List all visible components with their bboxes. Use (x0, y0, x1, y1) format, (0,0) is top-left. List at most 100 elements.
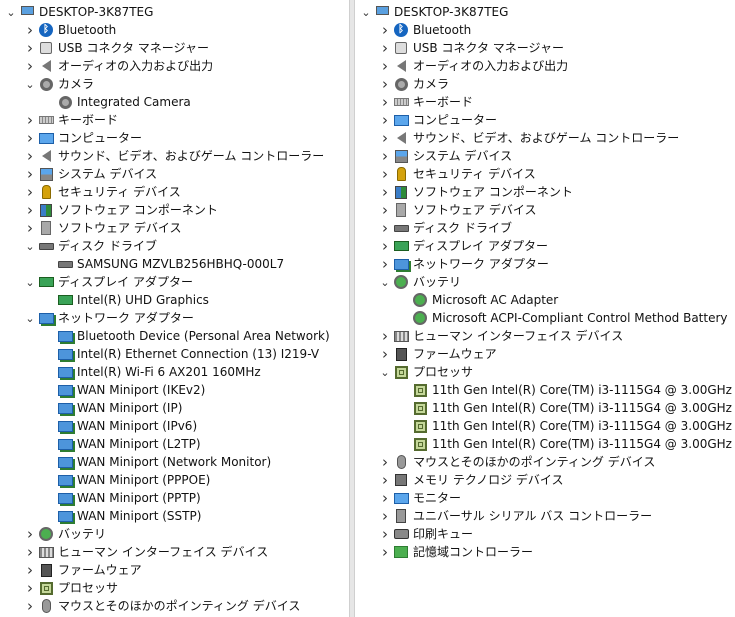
chevron-right-icon[interactable]: › (23, 39, 37, 57)
tree-category-node[interactable]: › 記憶域コントローラー (378, 543, 533, 561)
tree-category-node[interactable]: › オーディオの入力および出力 (23, 57, 213, 75)
tree-device-node[interactable]: Intel(R) UHD Graphics (42, 291, 209, 309)
chevron-right-icon[interactable]: › (378, 525, 392, 543)
device-tree-left[interactable]: ⌄ DESKTOP-3K87TEG › ᛒ Bluetooth › USB コネクタ マネー… (0, 0, 349, 617)
tree-device-node[interactable]: Integrated Camera (42, 93, 191, 111)
tree-category-node[interactable]: ⌄ ネットワーク アダプター (23, 309, 193, 327)
chevron-right-icon[interactable]: › (378, 237, 392, 255)
chevron-down-icon[interactable]: ⌄ (4, 3, 18, 21)
tree-category-node[interactable]: › ソフトウェア コンポーネント (23, 201, 218, 219)
chevron-right-icon[interactable]: › (23, 147, 37, 165)
tree-category-node[interactable]: › マウスとそのほかのポインティング デバイス (23, 597, 300, 615)
tree-category-node[interactable]: ⌄ ディスク ドライブ (23, 237, 157, 255)
tree-category-node[interactable]: › オーディオの入力および出力 (378, 57, 568, 75)
chevron-down-icon[interactable]: ⌄ (23, 273, 37, 291)
tree-category-node[interactable]: › USB コネクタ マネージャー (378, 39, 564, 57)
chevron-right-icon[interactable]: › (378, 327, 392, 345)
tree-category-node[interactable]: › プロセッサ (23, 579, 118, 597)
chevron-down-icon[interactable]: ⌄ (359, 3, 373, 21)
tree-category-node[interactable]: › ヒューマン インターフェイス デバイス (23, 543, 268, 561)
chevron-right-icon[interactable]: › (23, 111, 37, 129)
chevron-right-icon[interactable]: › (378, 201, 392, 219)
tree-category-node[interactable]: › ユニバーサル シリアル バス コントローラー (378, 507, 652, 525)
chevron-right-icon[interactable]: › (378, 219, 392, 237)
tree-category-node[interactable]: › 印刷キュー (378, 525, 473, 543)
tree-device-node[interactable]: WAN Miniport (SSTP) (42, 507, 201, 525)
chevron-down-icon[interactable]: ⌄ (23, 309, 37, 327)
chevron-right-icon[interactable]: › (23, 561, 37, 579)
chevron-right-icon[interactable]: › (23, 525, 37, 543)
tree-device-node[interactable]: WAN Miniport (IPv6) (42, 417, 197, 435)
chevron-right-icon[interactable]: › (23, 57, 37, 75)
tree-category-node[interactable]: › バッテリ (23, 525, 106, 543)
tree-category-node[interactable]: › サウンド、ビデオ、およびゲーム コントローラー (378, 129, 679, 147)
chevron-down-icon[interactable]: ⌄ (378, 273, 392, 291)
chevron-right-icon[interactable]: › (23, 165, 37, 183)
tree-category-node[interactable]: ⌄ バッテリ (378, 273, 461, 291)
tree-device-node[interactable]: WAN Miniport (PPTP) (42, 489, 201, 507)
tree-device-node[interactable]: WAN Miniport (L2TP) (42, 435, 201, 453)
tree-device-node[interactable]: Bluetooth Device (Personal Area Network) (42, 327, 330, 345)
tree-category-node[interactable]: ⌄ プロセッサ (378, 363, 473, 381)
chevron-right-icon[interactable]: › (378, 21, 392, 39)
tree-device-node[interactable]: WAN Miniport (PPPOE) (42, 471, 210, 489)
chevron-right-icon[interactable]: › (23, 219, 37, 237)
tree-device-node[interactable]: WAN Miniport (IP) (42, 399, 182, 417)
tree-category-node[interactable]: › ファームウェア (378, 345, 497, 363)
tree-category-node[interactable]: › システム デバイス (23, 165, 157, 183)
tree-root-node[interactable]: ⌄ DESKTOP-3K87TEG (4, 3, 153, 21)
tree-category-node[interactable]: › システム デバイス (378, 147, 512, 165)
tree-category-node[interactable]: › キーボード (23, 111, 118, 129)
tree-category-node[interactable]: › マウスとそのほかのポインティング デバイス (378, 453, 655, 471)
chevron-right-icon[interactable]: › (378, 165, 392, 183)
tree-category-node[interactable]: › カメラ (378, 75, 449, 93)
chevron-right-icon[interactable]: › (378, 129, 392, 147)
chevron-right-icon[interactable]: › (378, 93, 392, 111)
tree-category-node[interactable]: › セキュリティ デバイス (23, 183, 181, 201)
chevron-right-icon[interactable]: › (23, 597, 37, 615)
tree-category-node[interactable]: › コンピューター (23, 129, 142, 147)
chevron-right-icon[interactable]: › (378, 543, 392, 561)
tree-device-node[interactable]: WAN Miniport (Network Monitor) (42, 453, 271, 471)
chevron-right-icon[interactable]: › (23, 543, 37, 561)
tree-category-node[interactable]: › サウンド、ビデオ、およびゲーム コントローラー (23, 147, 324, 165)
tree-category-node[interactable]: › ソフトウェア コンポーネント (378, 183, 573, 201)
tree-category-node[interactable]: › USB コネクタ マネージャー (23, 39, 209, 57)
chevron-right-icon[interactable]: › (378, 147, 392, 165)
tree-device-node[interactable]: Intel(R) Ethernet Connection (13) I219-V (42, 345, 319, 363)
tree-category-node[interactable]: ⌄ ディスプレイ アダプター (23, 273, 193, 291)
chevron-right-icon[interactable]: › (23, 183, 37, 201)
tree-category-node[interactable]: ⌄ カメラ (23, 75, 94, 93)
tree-device-node[interactable]: 11th Gen Intel(R) Core(TM) i3-1115G4 @ 3… (397, 399, 732, 417)
chevron-right-icon[interactable]: › (378, 39, 392, 57)
tree-category-node[interactable]: › セキュリティ デバイス (378, 165, 536, 183)
tree-device-node[interactable]: SAMSUNG MZVLB256HBHQ-000L7 (42, 255, 284, 273)
tree-category-node[interactable]: › ᛒ Bluetooth (378, 21, 471, 39)
tree-category-node[interactable]: › モニター (378, 489, 461, 507)
tree-device-node[interactable]: 11th Gen Intel(R) Core(TM) i3-1115G4 @ 3… (397, 435, 732, 453)
tree-category-node[interactable]: › ソフトウェア デバイス (378, 201, 536, 219)
tree-device-node[interactable]: Microsoft ACPI-Compliant Control Method … (397, 309, 728, 327)
tree-device-node[interactable]: 11th Gen Intel(R) Core(TM) i3-1115G4 @ 3… (397, 417, 732, 435)
chevron-right-icon[interactable]: › (378, 489, 392, 507)
chevron-right-icon[interactable]: › (23, 579, 37, 597)
chevron-right-icon[interactable]: › (378, 507, 392, 525)
tree-category-node[interactable]: › ᛒ Bluetooth (23, 21, 116, 39)
chevron-right-icon[interactable]: › (378, 111, 392, 129)
chevron-down-icon[interactable]: ⌄ (23, 75, 37, 93)
chevron-right-icon[interactable]: › (378, 75, 392, 93)
tree-category-node[interactable]: › キーボード (378, 93, 473, 111)
tree-root-node[interactable]: ⌄ DESKTOP-3K87TEG (359, 3, 508, 21)
chevron-right-icon[interactable]: › (378, 471, 392, 489)
chevron-right-icon[interactable]: › (378, 453, 392, 471)
chevron-right-icon[interactable]: › (378, 255, 392, 273)
chevron-right-icon[interactable]: › (23, 129, 37, 147)
tree-category-node[interactable]: › ディスク ドライブ (378, 219, 512, 237)
chevron-right-icon[interactable]: › (378, 345, 392, 363)
chevron-right-icon[interactable]: › (23, 21, 37, 39)
tree-device-node[interactable]: Microsoft AC Adapter (397, 291, 558, 309)
tree-category-node[interactable]: › ディスプレイ アダプター (378, 237, 548, 255)
chevron-down-icon[interactable]: ⌄ (378, 363, 392, 381)
tree-category-node[interactable]: › ファームウェア (23, 561, 142, 579)
chevron-down-icon[interactable]: ⌄ (23, 237, 37, 255)
